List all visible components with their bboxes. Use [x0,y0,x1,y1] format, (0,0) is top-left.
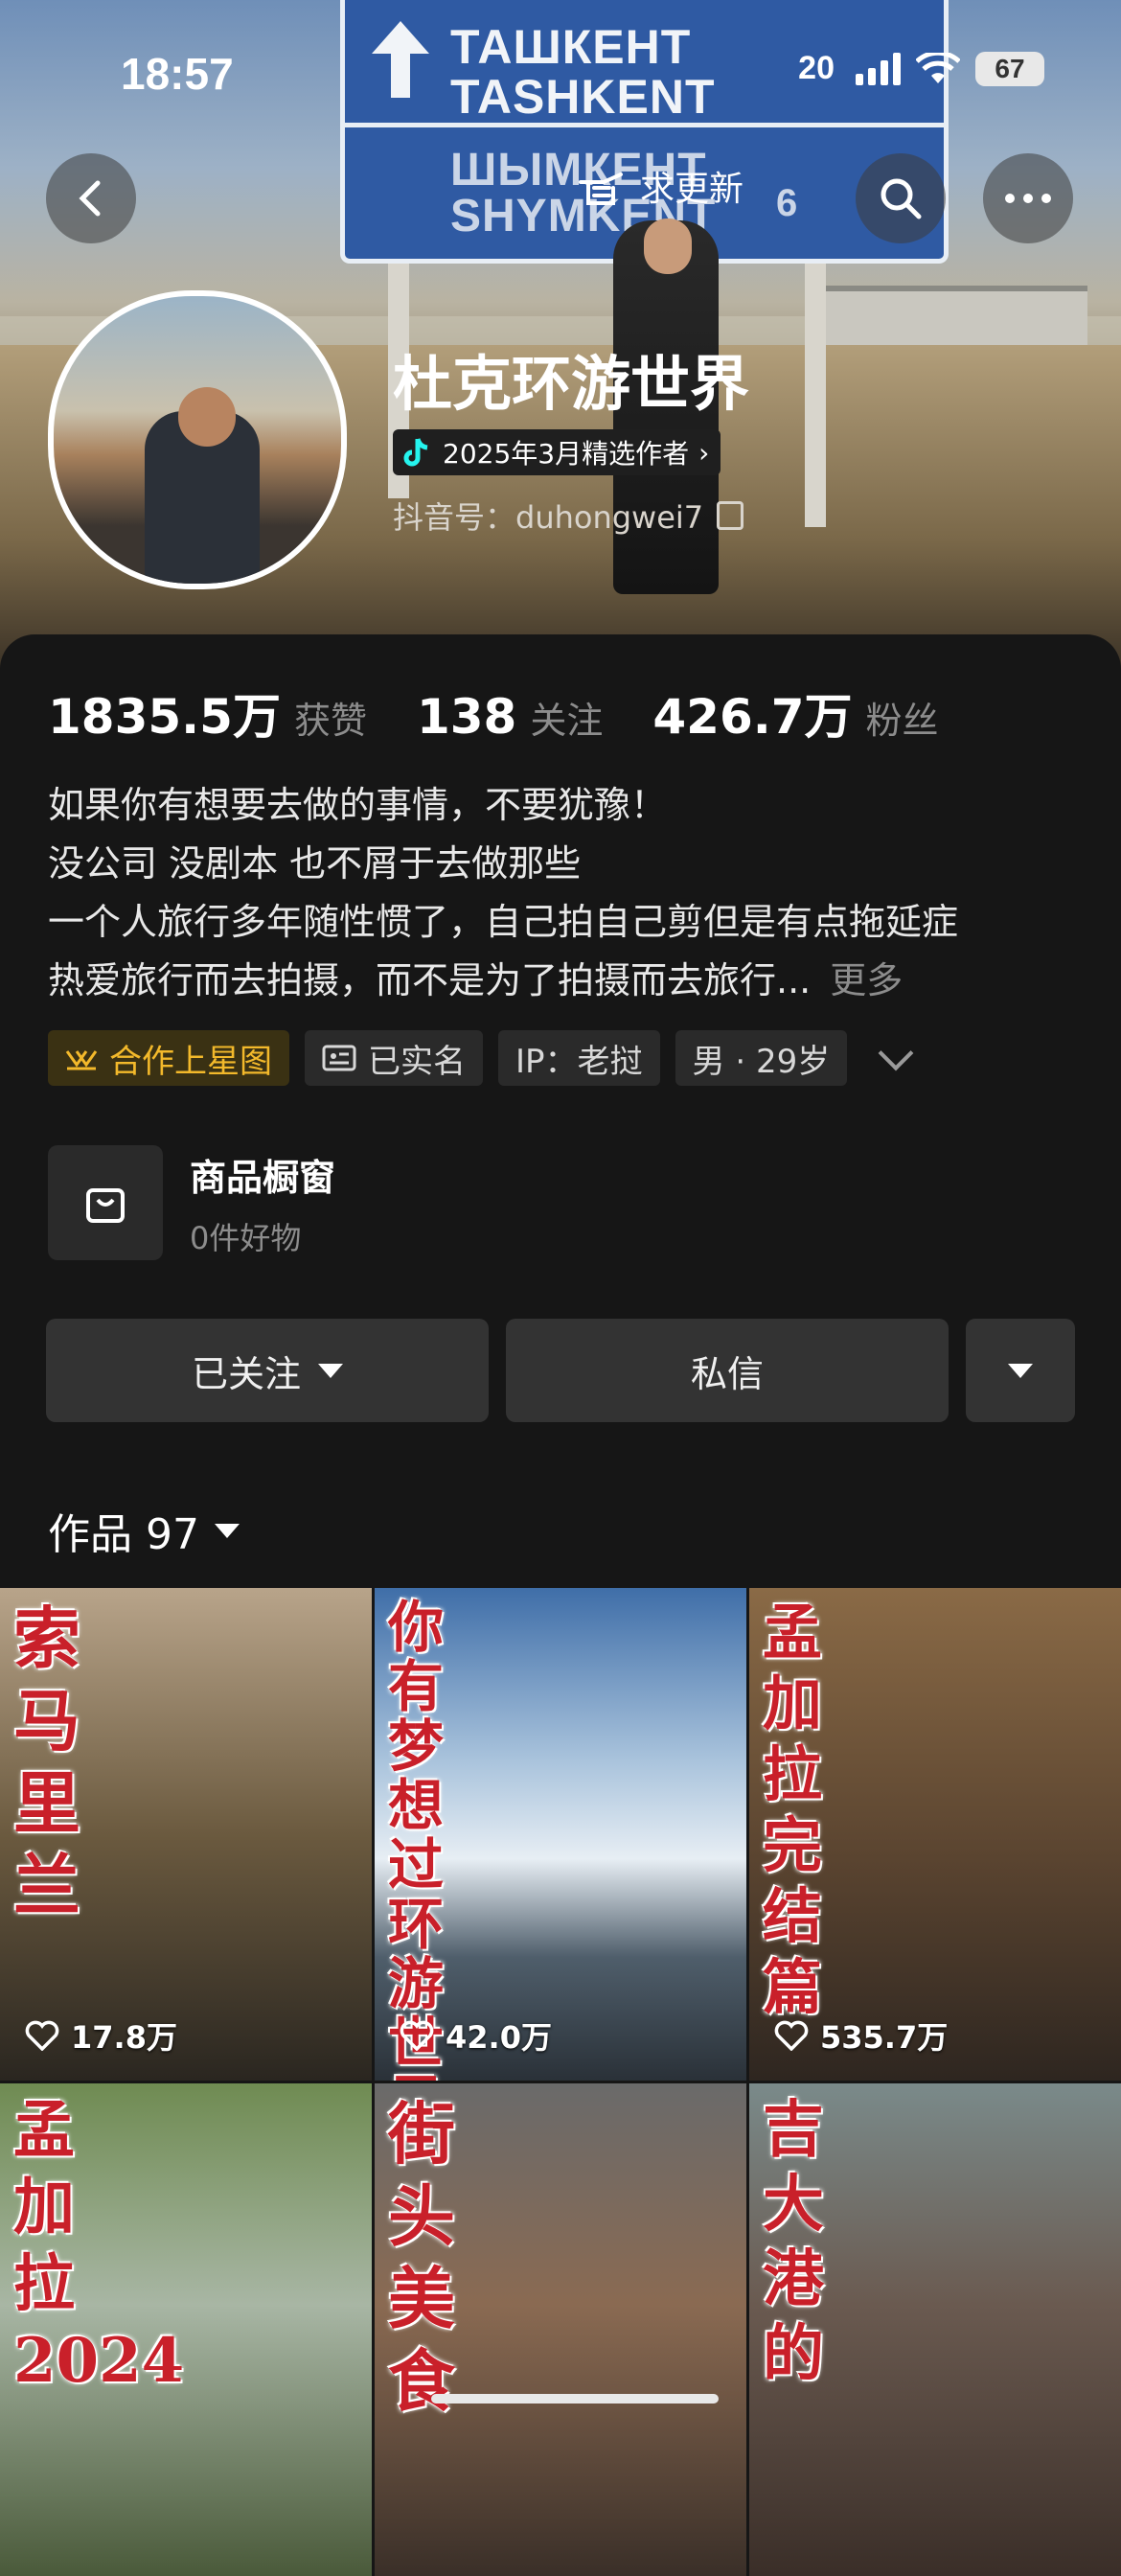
copy-icon[interactable] [717,501,744,530]
shop-title: 商品橱窗 [190,1156,336,1199]
following-count[interactable]: 138 [417,689,516,745]
video-thumbnail[interactable]: 索马里兰 17.8万 [0,1588,372,2081]
tags-row: 合作上星图 已实名 IP：老挝 男 · 29岁 [48,1030,914,1086]
shop-window[interactable]: 商品橱窗 0件好物 [48,1145,335,1260]
recommend-dropdown-button[interactable] [966,1319,1075,1422]
person-head [644,218,692,274]
back-arrow-icon [79,180,101,217]
search-button[interactable] [856,153,946,243]
video-thumbnail[interactable]: 孟加拉完结篇 535.7万 [749,1588,1121,2081]
avatar[interactable] [48,290,347,589]
follow-label: 已关注 [191,1352,301,1395]
likes-count[interactable]: 1835.5万 [48,678,281,748]
video-caption: 孟加拉2024 [13,2095,185,2397]
status-time: 18:57 [121,49,234,99]
search-icon [881,178,922,219]
heart-icon [25,2020,59,2051]
stats-row: 1835.5万 获赞 138 关注 426.7万 粉丝 [48,678,989,748]
caret-down-icon [214,1523,240,1538]
bio-line: 如果你有想要去做的事情，不要犹豫！ [48,784,668,826]
bio-more-link[interactable]: 更多 [830,959,903,1001]
tag-xingtu[interactable]: 合作上星图 [48,1030,289,1086]
request-update-label: 求更新 [640,170,744,209]
bio[interactable]: 如果你有想要去做的事情，不要犹豫！ 没公司 没剧本 也不屑于去做那些 一个人旅行… [48,776,1083,1010]
wifi-icon [916,52,960,83]
video-likes: 535.7万 [774,2013,948,2058]
status-indicators: 20 67 [798,50,1044,87]
battery-icon: 67 [975,51,1044,86]
heart-icon [400,2020,434,2051]
shop-icon-box [48,1145,163,1260]
video-thumbnail[interactable]: 孟加拉2024 [0,2083,372,2576]
cellular-signal-icon [856,52,901,85]
chevron-down-icon[interactable] [878,1035,914,1071]
tag-label: 合作上星图 [109,1042,272,1081]
message-button[interactable]: 私信 [506,1319,949,1422]
likes-count: 42.0万 [446,2019,552,2056]
id-card-icon [322,1045,356,1071]
shop-subtitle: 0件好物 [190,1219,302,1256]
video-thumbnail[interactable]: 你有梦想过环游世界吗 42.0万 [375,1588,746,2081]
video-caption: 街头美食 [388,2094,455,2421]
video-caption: 孟加拉完结篇 [763,1598,823,2022]
handshake-icon [65,1050,98,1070]
tag-label: 男 · 29岁 [692,1042,831,1081]
featured-author-badge[interactable]: 2025年3月精选作者 › [393,429,721,475]
sign-number: 6 [776,182,799,224]
video-caption: 索马里兰 [13,1598,80,1925]
message-label: 私信 [690,1352,764,1395]
heart-icon [774,2020,809,2051]
following-label: 关注 [530,700,604,742]
followers-count[interactable]: 426.7万 [652,678,852,748]
badge-label: 2025年3月精选作者 [443,438,690,470]
bio-line: 热爱旅行而去拍摄，而不是为了拍摄而去旅行... [48,959,812,1001]
followers-label: 粉丝 [865,700,939,742]
chevron-right-icon: › [698,436,710,469]
sign-line1-ru: ТАШКЕНТ [450,20,692,74]
caret-down-icon [318,1363,343,1378]
tag-gender-age: 男 · 29岁 [675,1030,848,1086]
tag-label: 已实名 [368,1042,466,1081]
more-dots-icon [1005,194,1051,203]
douyin-id-text: 抖音号：duhongwei7 [393,499,704,536]
shopping-bag-icon [86,1188,125,1223]
douyin-id[interactable]: 抖音号：duhongwei7 [393,494,744,538]
sign-line1-en: TASHKENT [450,70,716,124]
video-caption: 吉大港的 [763,2094,824,2390]
back-button[interactable] [46,153,136,243]
sign-pole [805,249,826,527]
video-caption: 你有梦想过环游世界吗 [388,1595,445,2081]
likes-label: 获赞 [293,700,367,742]
likes-count: 17.8万 [71,2019,177,2056]
request-update-button[interactable]: 求更新 [575,161,744,211]
likes-count: 535.7万 [820,2019,949,2056]
signal-label: 20 [798,50,835,86]
video-likes: 17.8万 [25,2013,177,2058]
building [824,286,1087,351]
video-grid: 索马里兰 17.8万 你有梦想过环游世界吗 42.0万 孟加拉完结篇 535.7… [0,1588,1121,2576]
douyin-logo-icon [403,438,428,467]
bio-line: 一个人旅行多年随性惯了，自己拍自己剪但是有点拖延症 [48,901,959,943]
follow-button[interactable]: 已关注 [46,1319,489,1422]
tag-ip: IP：老挝 [498,1030,660,1086]
bio-line: 没公司 没剧本 也不屑于去做那些 [48,842,582,885]
caret-down-icon [1008,1363,1033,1378]
profile-name: 杜克环游世界 [393,349,750,419]
video-thumbnail[interactable]: 街头美食 [375,2083,746,2576]
tag-verified[interactable]: 已实名 [305,1030,483,1086]
works-label: 作品 97 [48,1510,199,1559]
arrow-up-icon [372,21,429,98]
video-likes: 42.0万 [400,2013,552,2058]
video-thumbnail[interactable]: 吉大港的 [749,2083,1121,2576]
more-button[interactable] [983,153,1073,243]
hand-point-icon [579,172,623,205]
tag-label: IP：老挝 [515,1042,643,1081]
home-indicator[interactable] [431,2394,719,2404]
works-tab[interactable]: 作品 97 [48,1500,240,1561]
